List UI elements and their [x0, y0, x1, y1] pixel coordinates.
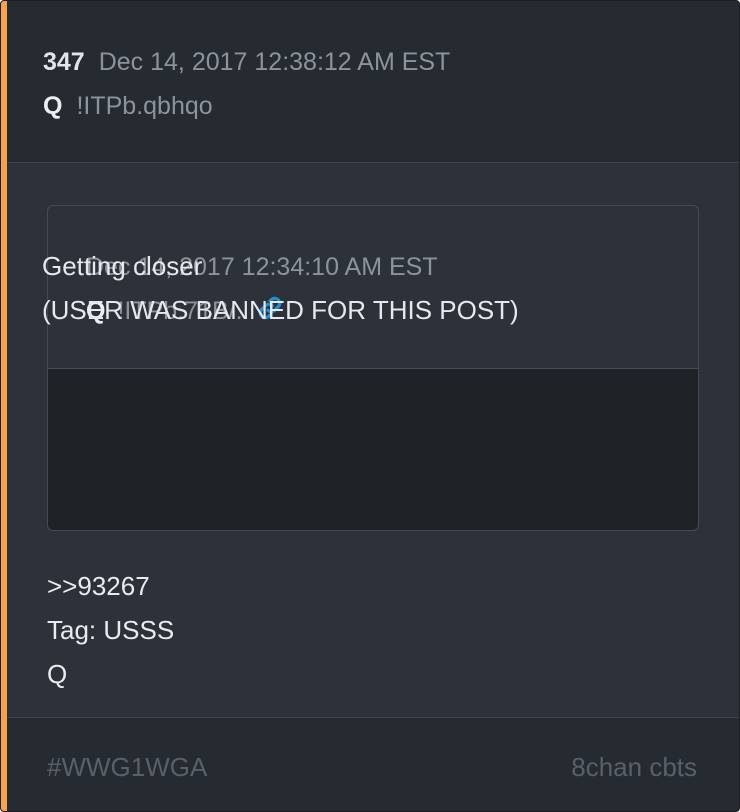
author-tripcode: !ITPb.qbhqo [76, 92, 213, 120]
post-author-line: Q !ITPb.qbhqo [43, 89, 213, 123]
quoted-text-line: (USER WAS BANNED FOR THIS POST) [42, 295, 519, 325]
quoted-post-header: Dec 14, 2017 12:34:10 AM EST Q !ITPb.71B/… [48, 206, 698, 369]
post-footer: #WWG1WGA 8chan cbts [7, 717, 739, 811]
author-name: Q [43, 92, 63, 120]
post-text-line: Tag: USSS [47, 615, 175, 645]
post-meta-line: 347 Dec 14, 2017 12:38:12 AM EST [43, 45, 450, 79]
post-reply-link[interactable]: >>93267 [47, 569, 150, 603]
footer-source: 8chan cbts [571, 752, 697, 782]
post-timestamp: Dec 14, 2017 12:38:12 AM EST [98, 48, 451, 76]
quoted-post-body [48, 369, 698, 530]
post-number[interactable]: 347 [43, 48, 85, 76]
post-text-line: Q [47, 659, 68, 689]
quoted-text-line: Getting closer [42, 251, 203, 281]
post-header: 347 Dec 14, 2017 12:38:12 AM EST Q !ITPb.q… [7, 1, 739, 163]
post-card: 347 Dec 14, 2017 12:38:12 AM EST Q !ITPb.q… [0, 0, 740, 812]
footer-tag: #WWG1WGA [47, 752, 208, 782]
